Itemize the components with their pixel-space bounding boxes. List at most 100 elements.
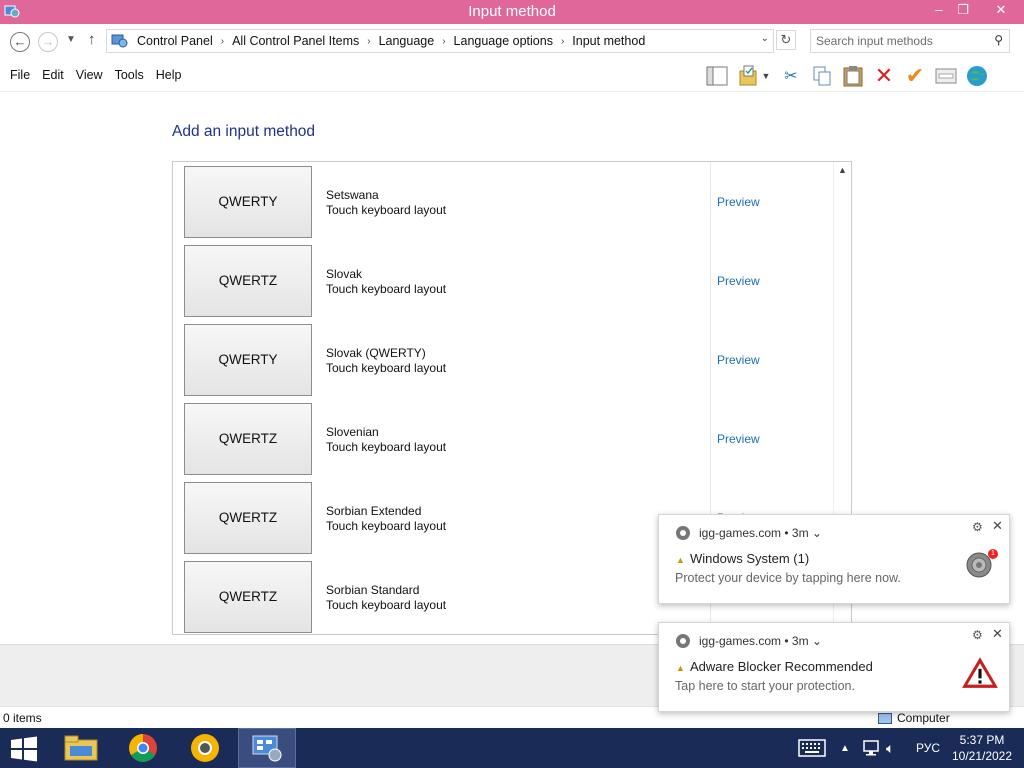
address-dropdown-icon[interactable]: ⌄ [761,33,769,44]
close-icon[interactable]: ✕ [992,626,1003,642]
breadcrumb-control-panel[interactable]: Control Panel [133,34,217,48]
keyboard-layout-tile[interactable]: QWERTZ [184,561,312,633]
preview-link[interactable]: Preview [717,432,760,446]
notification-message: Protect your device by tapping here now. [675,571,901,585]
refresh-button[interactable]: ↻ [776,30,796,50]
notification-source: igg-games.com • 3m ⌄ [699,526,822,540]
menu-file[interactable]: File [4,68,36,82]
layout-icon[interactable] [704,64,730,88]
check-icon[interactable]: ✔ [902,63,928,88]
paste-icon[interactable] [840,64,866,88]
windows-start-icon[interactable] [10,736,38,762]
keyboard-layout-tile[interactable]: QWERTZ [184,245,312,317]
page-title: Add an input method [172,123,316,140]
delete-icon[interactable]: ✕ [871,63,897,88]
chrome-canary-icon[interactable] [176,728,234,768]
globe-icon[interactable] [964,64,990,88]
location-indicator: Computer [878,711,950,725]
list-item[interactable]: QWERTZ Slovak Touch keyboard layout Prev… [173,241,833,320]
location-label: Computer [897,711,950,725]
menu-tools[interactable]: Tools [109,68,150,82]
properties-icon[interactable] [933,64,959,88]
maximize-button[interactable]: ❐ [948,0,978,22]
breadcrumb: Control Panel › All Control Panel Items … [133,34,649,48]
control-panel-taskbar-icon[interactable] [238,728,296,768]
forward-button[interactable]: → [38,32,58,52]
preview-link[interactable]: Preview [717,274,760,288]
chevron-right-icon[interactable]: › [557,36,568,47]
language-indicator[interactable]: РУС [916,728,940,768]
list-item[interactable]: QWERTZ Slovenian Touch keyboard layout P… [173,399,833,478]
breadcrumb-language-options[interactable]: Language options [450,34,557,48]
title-bar: Input method – ❐ ✕ [0,0,1024,24]
folder-options-icon[interactable]: ▼ [735,64,773,88]
list-item[interactable]: QWERTY Slovak (QWERTY) Touch keyboard la… [173,320,833,399]
breadcrumb-language[interactable]: Language [375,34,439,48]
file-explorer-icon[interactable] [52,728,110,768]
warning-icon: ▲ [676,663,685,673]
list-item[interactable]: QWERTY Setswana Touch keyboard layout Pr… [173,162,833,241]
menu-view[interactable]: View [70,68,109,82]
layout-type: Touch keyboard layout [326,282,447,296]
scroll-up-icon[interactable]: ▲ [838,165,847,175]
menu-help[interactable]: Help [150,68,188,82]
notification-toast[interactable]: igg-games.com • 3m ⌄ ⚙ ✕ ▲ Adware Blocke… [658,622,1010,712]
notification-title: Adware Blocker Recommended [690,659,873,674]
search-input[interactable] [816,33,986,49]
taskbar: ▲ 🔈︎ РУС 5:37 PM 10/21/2022 [0,728,1024,768]
search-icon[interactable]: ⚲ [994,33,1003,47]
notification-toast[interactable]: igg-games.com • 3m ⌄ ⚙ ✕ ▲ Windows Syste… [658,514,1010,604]
touch-keyboard-icon[interactable] [798,728,826,768]
chevron-right-icon[interactable]: › [438,36,449,47]
close-button[interactable]: ✕ [982,0,1020,22]
search-box[interactable]: ⚲ [810,29,1010,53]
menu-edit[interactable]: Edit [36,68,70,82]
keyboard-layout-tile[interactable]: QWERTY [184,166,312,238]
item-count: 0 items [3,711,42,725]
address-bar[interactable]: Control Panel › All Control Panel Items … [106,29,774,53]
chevron-right-icon[interactable]: › [217,36,228,47]
volume-icon[interactable]: 🔈︎ [886,728,894,768]
keyboard-layout-tile[interactable]: QWERTZ [184,403,312,475]
notification-message: Tap here to start your protection. [675,679,855,693]
clock-time: 5:37 PM [959,733,1005,747]
layout-type: Touch keyboard layout [326,440,447,454]
menu-bar: File Edit View Tools Help ▼ ✂ ✕ ✔ [0,60,1024,92]
clock-date: 10/21/2022 [951,749,1013,763]
recent-locations-dropdown[interactable]: ▼ [66,34,76,45]
control-panel-icon [111,34,128,48]
clock[interactable]: 5:37 PM 10/21/2022 [944,732,1020,764]
keyboard-layout-tile[interactable]: QWERTY [184,324,312,396]
navigation-bar: ← → ▼ ↑ Control Panel › All Control Pane… [0,24,1024,60]
alert-triangle-icon [962,657,998,688]
breadcrumb-input-method[interactable]: Input method [568,34,649,48]
back-button[interactable]: ← [10,32,30,52]
keyboard-layout-tile[interactable]: QWERTZ [184,482,312,554]
layout-type: Touch keyboard layout [326,203,447,217]
gear-icon[interactable]: ⚙ [972,520,983,534]
preview-link[interactable]: Preview [717,353,760,367]
up-button[interactable]: ↑ [88,31,96,48]
chevron-right-icon[interactable]: › [363,36,374,47]
copy-icon[interactable] [809,64,835,88]
notification-source: igg-games.com • 3m ⌄ [699,634,822,648]
breadcrumb-all-items[interactable]: All Control Panel Items [228,34,363,48]
window-title: Input method [468,3,556,20]
layout-type: Touch keyboard layout [326,598,447,612]
chrome-icon[interactable] [114,728,172,768]
chrome-icon [676,526,690,540]
preview-link[interactable]: Preview [717,195,760,209]
toolbar: ▼ ✂ ✕ ✔ [704,63,995,88]
cut-icon[interactable]: ✂ [778,64,804,88]
language-name: Setswana [326,188,379,202]
language-name: Slovak [326,267,363,281]
layout-type: Touch keyboard layout [326,519,447,533]
network-icon[interactable] [862,728,880,768]
chevron-up-icon[interactable]: ▲ [840,728,850,768]
warning-icon: ▲ [676,555,685,565]
language-name: Sorbian Extended [326,504,422,518]
notification-badge: 1 [988,549,998,559]
gear-icon[interactable]: ⚙ [972,628,983,642]
language-name: Slovak (QWERTY) [326,346,426,360]
close-icon[interactable]: ✕ [992,518,1003,534]
